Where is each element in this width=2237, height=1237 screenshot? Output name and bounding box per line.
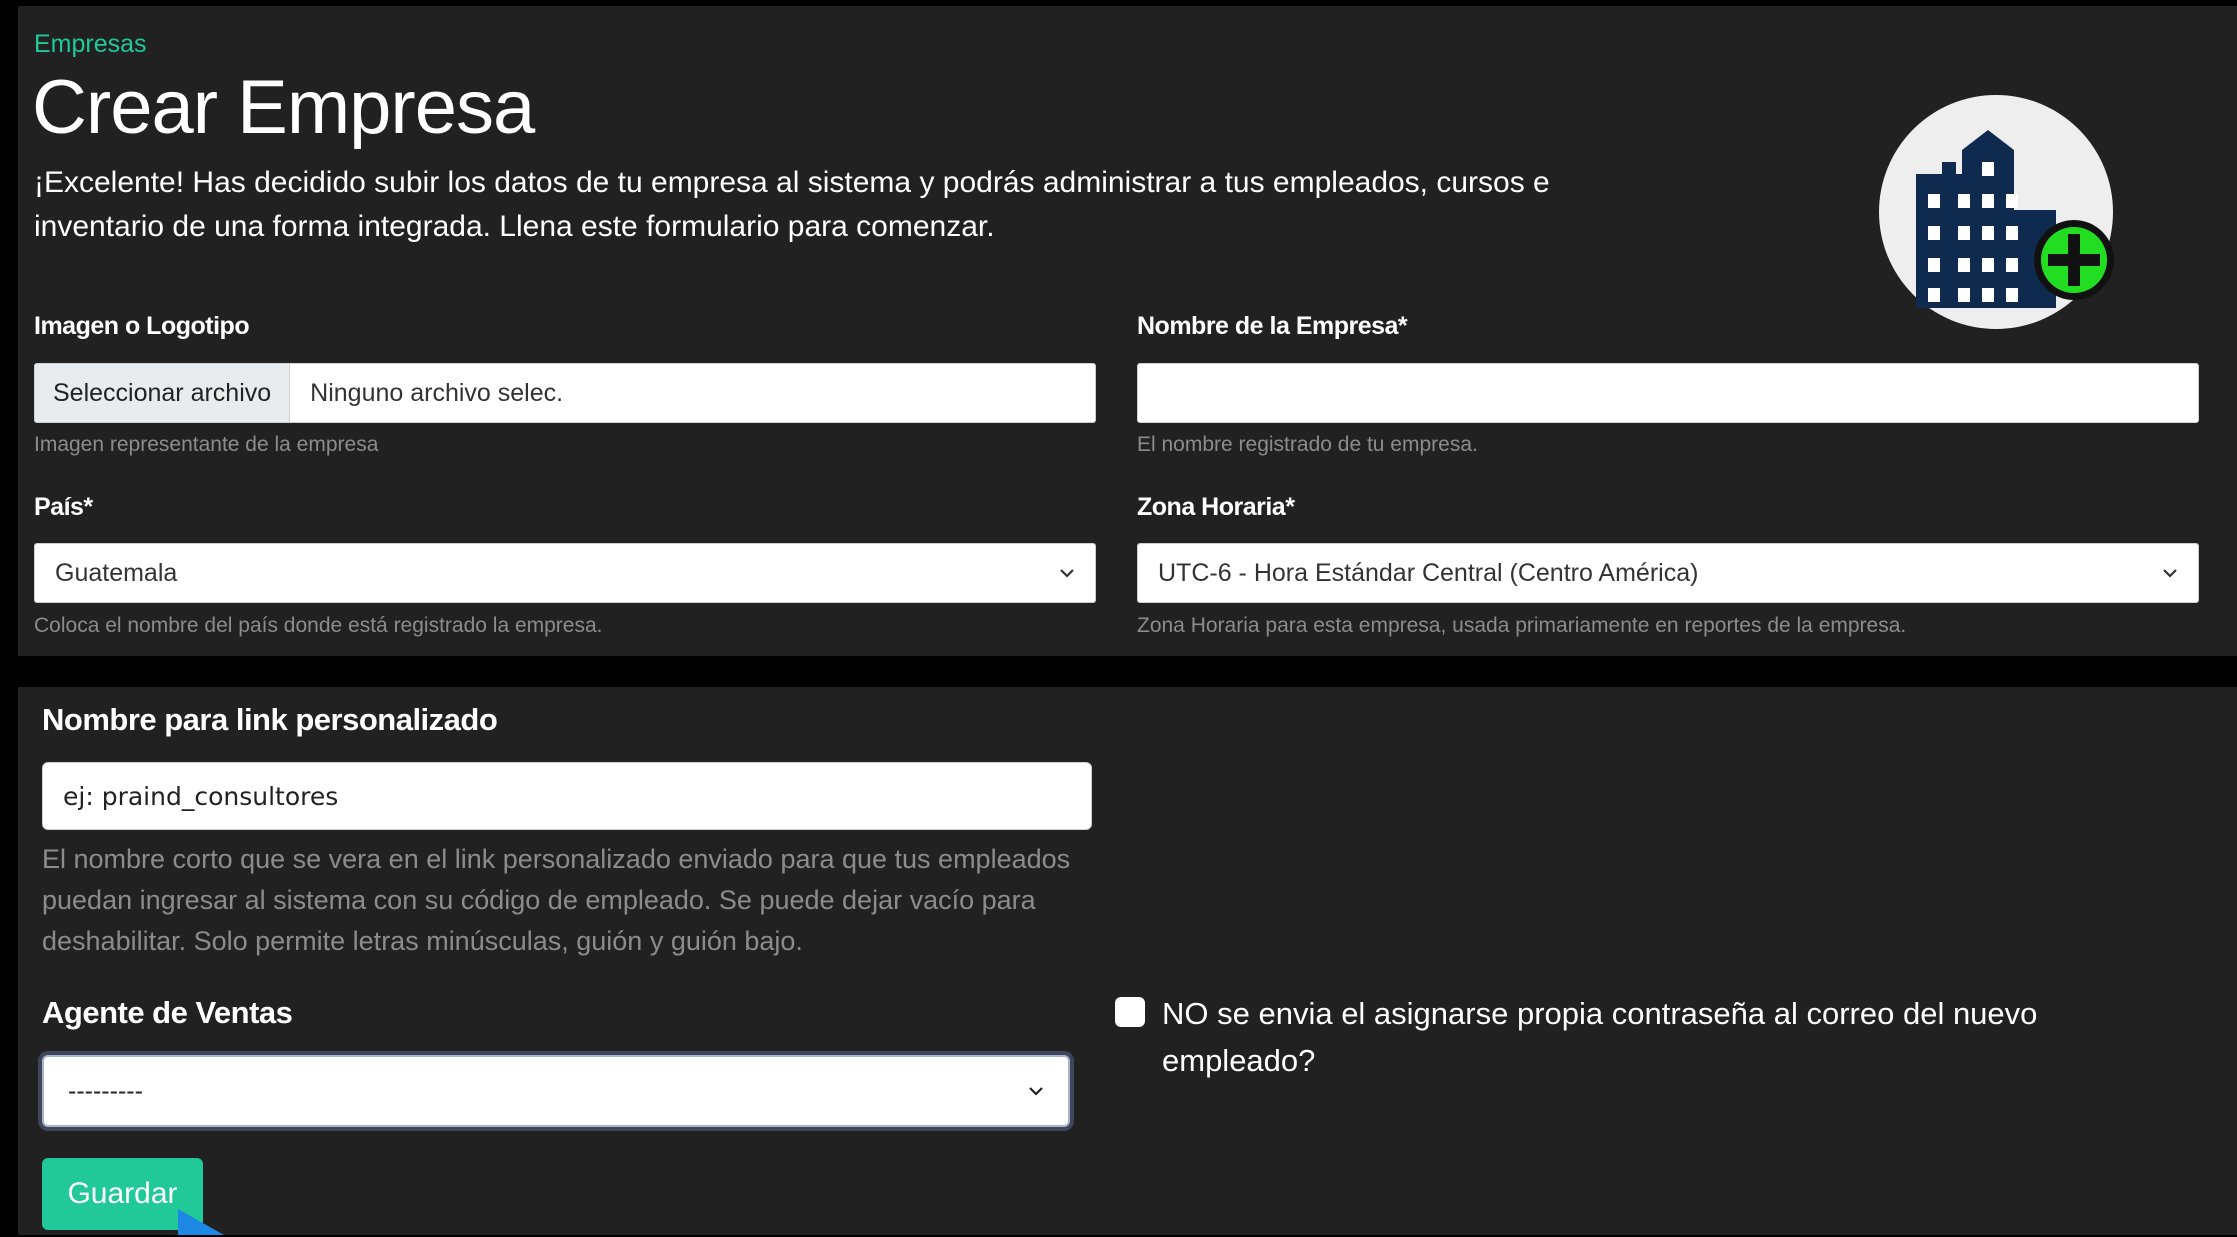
intro-text: ¡Excelente! Has decidido subir los datos… bbox=[34, 166, 1550, 243]
company-name-help: El nombre registrado de tu empresa. bbox=[1137, 433, 1478, 456]
own-password-checkbox-row[interactable]: NO se envia el asignarse propia contrase… bbox=[1115, 990, 2062, 1084]
company-form-extra-panel: Nombre para link personalizado ej: prain… bbox=[18, 687, 2237, 1235]
company-name-input[interactable] bbox=[1137, 363, 2199, 423]
chevron-down-icon bbox=[1060, 569, 1074, 578]
select-file-button[interactable]: Seleccionar archivo bbox=[35, 364, 291, 422]
logo-help: Imagen representante de la empresa bbox=[34, 433, 379, 456]
custom-link-label: Nombre para link personalizado bbox=[42, 702, 498, 737]
company-form-header-panel: Empresas Crear Empresa ¡Excelente! Has d… bbox=[18, 6, 2237, 656]
chevron-down-icon bbox=[1029, 1087, 1043, 1096]
breadcrumb-empresas[interactable]: Empresas bbox=[34, 30, 147, 59]
country-select[interactable]: Guatemala bbox=[34, 543, 1096, 603]
mouse-cursor-icon bbox=[178, 1209, 224, 1235]
timezone-selected-value: UTC-6 - Hora Estándar Central (Centro Am… bbox=[1158, 558, 1699, 587]
sales-agent-select[interactable]: --------- bbox=[42, 1055, 1070, 1127]
sales-agent-selected-value: --------- bbox=[68, 1076, 143, 1105]
logo-file-input[interactable]: Seleccionar archivo Ninguno archivo sele… bbox=[34, 363, 1096, 423]
selected-file-name: Ninguno archivo selec. bbox=[310, 378, 564, 407]
building-add-icon bbox=[1879, 95, 2114, 329]
timezone-help: Zona Horaria para esta empresa, usada pr… bbox=[1137, 614, 1907, 637]
page-title: Crear Empresa bbox=[32, 65, 535, 150]
company-name-label: Nombre de la Empresa* bbox=[1137, 312, 1408, 340]
chevron-down-icon bbox=[2163, 569, 2177, 578]
country-help: Coloca el nombre del país donde está reg… bbox=[34, 614, 603, 637]
timezone-select[interactable]: UTC-6 - Hora Estándar Central (Centro Am… bbox=[1137, 543, 2199, 603]
own-password-checkbox[interactable] bbox=[1115, 997, 1145, 1027]
country-selected-value: Guatemala bbox=[55, 558, 178, 587]
sales-agent-label: Agente de Ventas bbox=[42, 995, 293, 1030]
custom-link-help: El nombre corto que se vera en el link p… bbox=[42, 844, 1071, 956]
timezone-label: Zona Horaria* bbox=[1137, 493, 1295, 521]
own-password-checkbox-label[interactable]: NO se envia el asignarse propia contrase… bbox=[1162, 990, 2062, 1084]
country-label: País* bbox=[34, 493, 93, 521]
logo-label: Imagen o Logotipo bbox=[34, 312, 250, 340]
custom-link-input[interactable]: ej: praind_consultores bbox=[42, 762, 1092, 830]
